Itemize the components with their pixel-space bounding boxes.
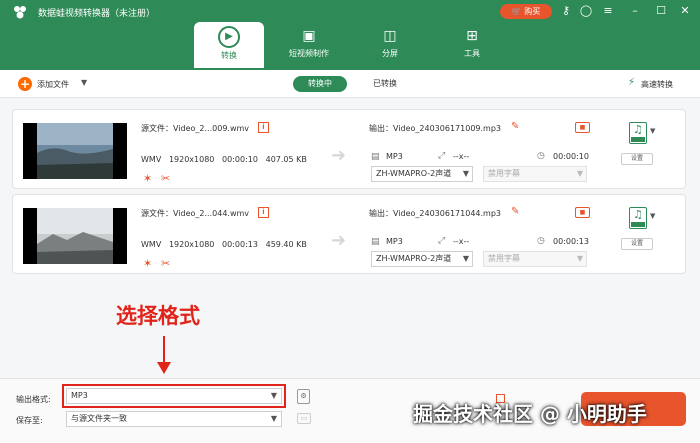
source-file-name: 源文件：Video_2...009.wmv xyxy=(141,124,250,133)
settings-button[interactable]: 设置 xyxy=(621,153,653,165)
output-format: MP3 xyxy=(386,237,403,246)
filter-converting[interactable]: 转换中 xyxy=(293,76,347,92)
app-title: 数据蛙视频转换器（未注册） xyxy=(38,9,156,19)
tab-label: 短视频制作 xyxy=(289,49,329,58)
tab-label: 转换 xyxy=(221,51,237,60)
tab-convert[interactable]: ▶ 转换 xyxy=(194,22,264,68)
source-meta: WMV 1920x1080 00:00:13 459.40 KB xyxy=(141,240,307,249)
output-resolution: --x-- xyxy=(453,152,470,161)
arrow-right-icon: ➜ xyxy=(331,230,347,251)
user-icon[interactable]: ◯ xyxy=(578,3,594,19)
tab-label: 工具 xyxy=(464,49,480,58)
output-duration: 00:00:13 xyxy=(553,237,589,246)
format-settings-icon[interactable]: ⚙ xyxy=(297,389,310,404)
output-format-badge[interactable]: ■ xyxy=(575,207,590,218)
output-file-name: 输出：Video_240306171044.mp3 xyxy=(369,209,501,218)
format-icon: ▤ xyxy=(371,237,380,247)
scissors-icon[interactable]: ✂ xyxy=(161,257,170,270)
buy-label: 购买 xyxy=(524,7,541,16)
output-format-select[interactable]: MP3 ▼ xyxy=(66,388,282,404)
video-thumbnail[interactable] xyxy=(23,208,127,264)
effects-star-icon[interactable]: ✶ xyxy=(143,172,152,185)
chevron-down-icon[interactable]: ▼ xyxy=(650,127,655,135)
file-list: 源文件：Video_2...009.wmv i WMV 1920x1080 00… xyxy=(0,98,700,378)
add-file-icon[interactable]: + xyxy=(18,77,32,91)
key-icon[interactable]: ⚷ xyxy=(558,3,574,19)
chevron-down-icon: ▼ xyxy=(270,414,277,423)
minimize-icon[interactable]: – xyxy=(627,3,643,19)
file-card: 源文件：Video_2...044.wmv i WMV 1920x1080 00… xyxy=(12,194,686,274)
chevron-down-icon: ▼ xyxy=(270,391,277,400)
edit-icon[interactable]: ✎ xyxy=(511,121,519,132)
info-icon[interactable]: i xyxy=(258,207,269,218)
output-resolution: --x-- xyxy=(453,237,470,246)
folder-icon[interactable]: ▭ xyxy=(297,413,311,424)
video-maker-icon: ▣ xyxy=(302,28,316,44)
file-toolbar: + 添加文件 ▼ 转换中 已转换 ⚡ 高速转换 xyxy=(0,70,700,98)
source-file-name: 源文件：Video_2...044.wmv xyxy=(141,209,250,218)
chevron-down-icon: ▼ xyxy=(462,169,469,178)
toolbox-icon: ⊞ xyxy=(466,28,478,44)
arrow-right-icon: ➜ xyxy=(331,145,347,166)
output-format: MP3 xyxy=(386,152,403,161)
clock-icon: ◷ xyxy=(537,151,545,161)
effects-star-icon[interactable]: ✶ xyxy=(143,257,152,270)
clock-icon: ◷ xyxy=(537,236,545,246)
annotation-label: 选择格式 xyxy=(116,304,200,328)
fast-convert-toggle[interactable]: 高速转换 xyxy=(641,79,673,90)
mp3-file-icon[interactable]: ♫ xyxy=(629,122,647,144)
chevron-down-icon: ▼ xyxy=(462,254,469,263)
source-meta: WMV 1920x1080 00:00:10 407.05 KB xyxy=(141,155,307,164)
output-file-name: 输出：Video_240306171009.mp3 xyxy=(369,124,501,133)
menu-icon[interactable]: ≡ xyxy=(600,3,616,19)
save-to-label: 保存至: xyxy=(16,416,43,425)
audio-track-select[interactable]: ZH-WMAPRO-2声道 ▼ xyxy=(371,251,473,267)
buy-button[interactable]: 🛒 购买 xyxy=(500,4,552,19)
output-format-badge[interactable]: ■ xyxy=(575,122,590,133)
split-screen-icon: ◫ xyxy=(383,28,397,44)
resolution-icon: ⤢ xyxy=(438,151,446,161)
scissors-icon[interactable]: ✂ xyxy=(161,172,170,185)
filter-converted[interactable]: 已转换 xyxy=(360,76,410,92)
annotation-arrow xyxy=(163,336,165,364)
file-card: 源文件：Video_2...009.wmv i WMV 1920x1080 00… xyxy=(12,109,686,189)
tab-toolbox[interactable]: ⊞ 工具 xyxy=(437,22,507,68)
audio-track-select[interactable]: ZH-WMAPRO-2声道 ▼ xyxy=(371,166,473,182)
convert-icon: ▶ xyxy=(218,26,240,48)
lightning-icon[interactable]: ⚡ xyxy=(628,77,635,88)
app-header: 数据蛙视频转换器（未注册） 🛒 购买 ⚷ ◯ ≡ – ☐ ✕ ▶ 转换 ▣ 短视… xyxy=(0,0,700,70)
subtitle-select[interactable]: 禁用字幕 ▼ xyxy=(483,166,587,182)
close-icon[interactable]: ✕ xyxy=(677,3,693,19)
app-logo-icon xyxy=(12,4,28,20)
tab-label: 分屏 xyxy=(382,49,398,58)
format-icon: ▤ xyxy=(371,152,380,162)
add-file-button[interactable]: 添加文件 xyxy=(37,79,69,90)
settings-button[interactable]: 设置 xyxy=(621,238,653,250)
output-format-label: 输出格式: xyxy=(16,395,51,404)
watermark-text: 掘金技术社区 @ 小明助手 xyxy=(413,402,647,426)
video-thumbnail[interactable] xyxy=(23,123,127,179)
chevron-down-icon: ▼ xyxy=(576,254,583,263)
tab-video-maker[interactable]: ▣ 短视频制作 xyxy=(274,22,344,68)
annotation-arrow-head xyxy=(157,362,171,374)
edit-icon[interactable]: ✎ xyxy=(511,206,519,217)
resolution-icon: ⤢ xyxy=(438,236,446,246)
tab-split-screen[interactable]: ◫ 分屏 xyxy=(355,22,425,68)
info-icon[interactable]: i xyxy=(258,122,269,133)
chevron-down-icon[interactable]: ▼ xyxy=(81,78,87,87)
maximize-icon[interactable]: ☐ xyxy=(653,3,669,19)
subtitle-select[interactable]: 禁用字幕 ▼ xyxy=(483,251,587,267)
save-location-select[interactable]: 与源文件夹一致 ▼ xyxy=(66,411,282,427)
output-duration: 00:00:10 xyxy=(553,152,589,161)
mp3-file-icon[interactable]: ♫ xyxy=(629,207,647,229)
chevron-down-icon: ▼ xyxy=(576,169,583,178)
chevron-down-icon[interactable]: ▼ xyxy=(650,212,655,220)
